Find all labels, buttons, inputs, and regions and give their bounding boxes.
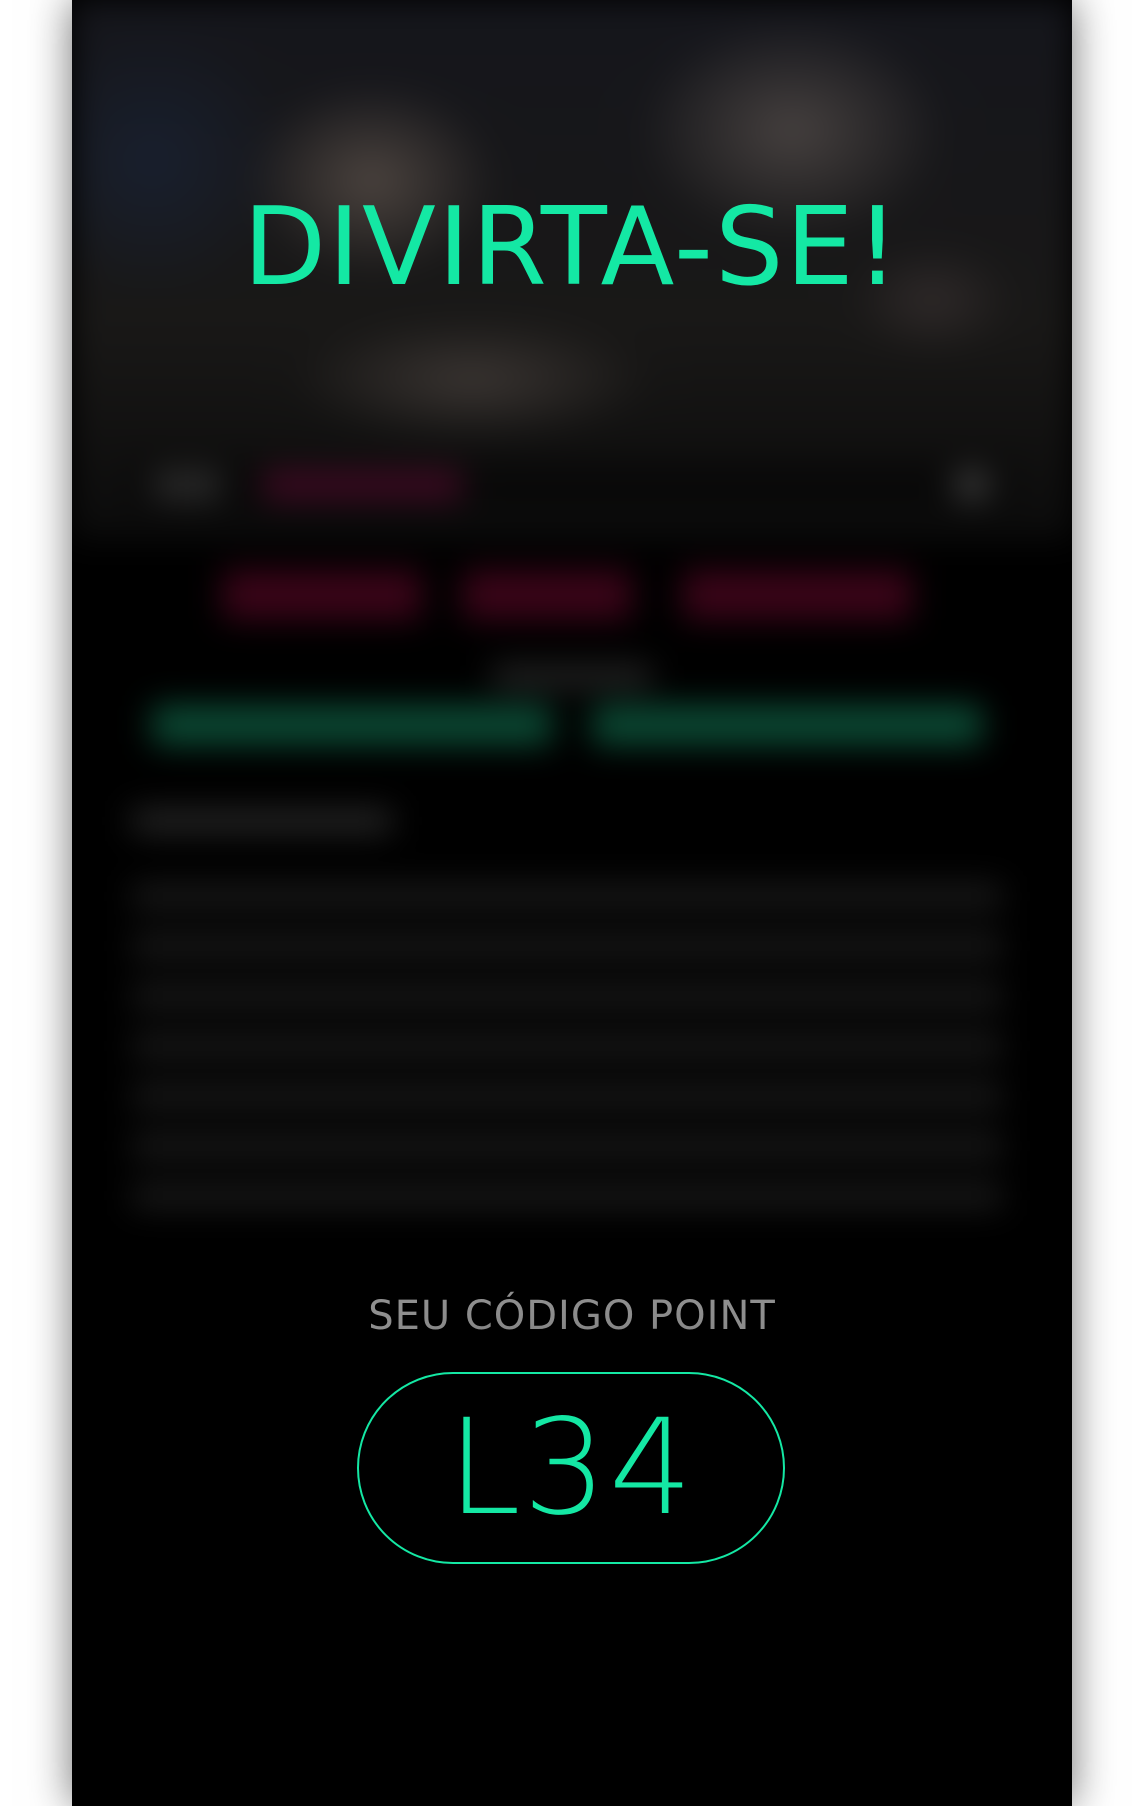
blurred-text: [132, 985, 1002, 1007]
blurred-button: [592, 705, 982, 745]
blurred-text: [132, 885, 1002, 907]
code-badge: L34: [357, 1372, 785, 1564]
blurred-text: [132, 1185, 1002, 1207]
blurred-chip: [952, 470, 992, 500]
code-label: SEU CÓDIGO POINT: [368, 1293, 776, 1339]
blurred-text: [132, 810, 392, 832]
phone-screen: DIVIRTA-SE! SEU CÓDIGO POINT L34: [72, 0, 1072, 1806]
blurred-tab: [462, 570, 632, 620]
blurred-text: [492, 665, 652, 687]
blurred-chip: [262, 470, 462, 500]
blurred-text: [132, 1035, 1002, 1057]
blurred-text: [132, 1085, 1002, 1107]
page: DIVIRTA-SE! SEU CÓDIGO POINT L34: [0, 0, 1144, 1806]
blurred-button: [152, 705, 552, 745]
blurred-tab: [222, 570, 422, 620]
blurred-tab: [682, 570, 912, 620]
code-value: L34: [447, 1391, 695, 1545]
blurred-text: [132, 935, 1002, 957]
blurred-text: [132, 1135, 1002, 1157]
blurred-chip: [152, 470, 222, 500]
headline: DIVIRTA-SE!: [242, 185, 902, 310]
